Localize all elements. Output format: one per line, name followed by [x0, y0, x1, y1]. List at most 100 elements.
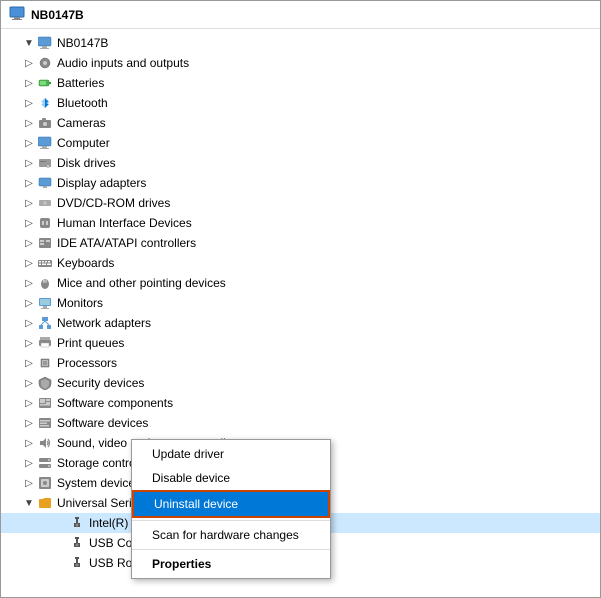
tree-audio[interactable]: ▷ Audio inputs and outputs [1, 53, 600, 73]
ctx-uninstall-device[interactable]: Uninstall device [132, 490, 330, 518]
usb-expand[interactable]: ▼ [21, 495, 37, 511]
context-menu: Update driver Disable device Uninstall d… [131, 439, 331, 579]
security-expand[interactable]: ▷ [21, 375, 37, 391]
storage-expand[interactable]: ▷ [21, 455, 37, 471]
mice-expand[interactable]: ▷ [21, 275, 37, 291]
usb-device-icon [69, 515, 85, 531]
battery-icon [37, 75, 53, 91]
print-label: Print queues [57, 336, 124, 350]
device-tree[interactable]: ▼ NB0147B ▷ Audio inputs and outputs ▷ B… [1, 29, 600, 597]
tree-network[interactable]: ▷ Network adapters [1, 313, 600, 333]
camera-icon [37, 115, 53, 131]
printer-icon [37, 335, 53, 351]
monitors-expand[interactable]: ▷ [21, 295, 37, 311]
ctx-separator-2 [132, 549, 330, 550]
audio-label: Audio inputs and outputs [57, 56, 189, 70]
network-label: Network adapters [57, 316, 151, 330]
disk-expand[interactable]: ▷ [21, 155, 37, 171]
usb-root-icon [69, 555, 85, 571]
network-expand[interactable]: ▷ [21, 315, 37, 331]
ctx-update-driver[interactable]: Update driver [132, 442, 330, 466]
computer-tree-icon [37, 135, 53, 151]
usb-com-expand: ▷ [53, 535, 69, 551]
ide-icon [37, 235, 53, 251]
monitors-label: Monitors [57, 296, 103, 310]
mouse-icon [37, 275, 53, 291]
processor-icon [37, 355, 53, 371]
tree-print[interactable]: ▷ Print queues [1, 333, 600, 353]
tree-mice[interactable]: ▷ Mice and other pointing devices [1, 273, 600, 293]
computer-icon [9, 5, 25, 24]
softcomp-icon [37, 395, 53, 411]
hid-expand[interactable]: ▷ [21, 215, 37, 231]
processors-expand[interactable]: ▷ [21, 355, 37, 371]
batteries-label: Batteries [57, 76, 104, 90]
storage-icon [37, 455, 53, 471]
audio-expand[interactable]: ▷ [21, 55, 37, 71]
root-icon [37, 35, 53, 51]
tree-security[interactable]: ▷ Security devices [1, 373, 600, 393]
display-expand[interactable]: ▷ [21, 175, 37, 191]
tree-softdev[interactable]: ▷ Software devices [1, 413, 600, 433]
sysdev-expand[interactable]: ▷ [21, 475, 37, 491]
tree-computer[interactable]: ▷ Computer [1, 133, 600, 153]
computer-expand[interactable]: ▷ [21, 135, 37, 151]
tree-root[interactable]: ▼ NB0147B [1, 33, 600, 53]
print-expand[interactable]: ▷ [21, 335, 37, 351]
security-icon [37, 375, 53, 391]
tree-bluetooth[interactable]: ▷ Bluetooth [1, 93, 600, 113]
computer-label: Computer [57, 136, 110, 150]
usb-com-icon [69, 535, 85, 551]
tree-softcomp[interactable]: ▷ Software components [1, 393, 600, 413]
processors-label: Processors [57, 356, 117, 370]
batteries-expand[interactable]: ▷ [21, 75, 37, 91]
monitor-icon [37, 295, 53, 311]
security-label: Security devices [57, 376, 144, 390]
hid-icon [37, 215, 53, 231]
title-text: NB0147B [31, 8, 84, 22]
usb-folder-icon [37, 495, 53, 511]
ctx-scan-changes[interactable]: Scan for hardware changes [132, 523, 330, 547]
disk-icon [37, 155, 53, 171]
bluetooth-expand[interactable]: ▷ [21, 95, 37, 111]
keyboards-expand[interactable]: ▷ [21, 255, 37, 271]
tree-keyboards[interactable]: ▷ Keyboards [1, 253, 600, 273]
ctx-separator [132, 520, 330, 521]
audio-icon [37, 55, 53, 71]
tree-batteries[interactable]: ▷ Batteries [1, 73, 600, 93]
ide-label: IDE ATA/ATAPI controllers [57, 236, 196, 250]
dvd-expand[interactable]: ▷ [21, 195, 37, 211]
tree-processors[interactable]: ▷ Processors [1, 353, 600, 373]
tree-cameras[interactable]: ▷ Cameras [1, 113, 600, 133]
keyboard-icon [37, 255, 53, 271]
display-icon [37, 175, 53, 191]
softdev-icon [37, 415, 53, 431]
intel-usb-expand: ▷ [53, 515, 69, 531]
cameras-expand[interactable]: ▷ [21, 115, 37, 131]
title-bar: NB0147B [1, 1, 600, 29]
tree-disk[interactable]: ▷ Disk drives [1, 153, 600, 173]
tree-dvd[interactable]: ▷ DVD/CD-ROM drives [1, 193, 600, 213]
sound-expand[interactable]: ▷ [21, 435, 37, 451]
hid-label: Human Interface Devices [57, 216, 192, 230]
ctx-disable-device[interactable]: Disable device [132, 466, 330, 490]
device-manager-window: NB0147B ▼ NB0147B ▷ Audio inputs and out… [0, 0, 601, 598]
tree-display[interactable]: ▷ Display adapters [1, 173, 600, 193]
tree-hid[interactable]: ▷ Human Interface Devices [1, 213, 600, 233]
cameras-label: Cameras [57, 116, 106, 130]
root-label: NB0147B [57, 36, 108, 50]
root-expand[interactable]: ▼ [21, 35, 37, 51]
softcomp-label: Software components [57, 396, 173, 410]
dvd-label: DVD/CD-ROM drives [57, 196, 170, 210]
mice-label: Mice and other pointing devices [57, 276, 226, 290]
tree-monitors[interactable]: ▷ Monitors [1, 293, 600, 313]
softdev-label: Software devices [57, 416, 148, 430]
bluetooth-label: Bluetooth [57, 96, 108, 110]
tree-ide[interactable]: ▷ IDE ATA/ATAPI controllers [1, 233, 600, 253]
sysdev-icon [37, 475, 53, 491]
bluetooth-icon [37, 95, 53, 111]
softcomp-expand[interactable]: ▷ [21, 395, 37, 411]
softdev-expand[interactable]: ▷ [21, 415, 37, 431]
ide-expand[interactable]: ▷ [21, 235, 37, 251]
ctx-properties[interactable]: Properties [132, 552, 330, 576]
